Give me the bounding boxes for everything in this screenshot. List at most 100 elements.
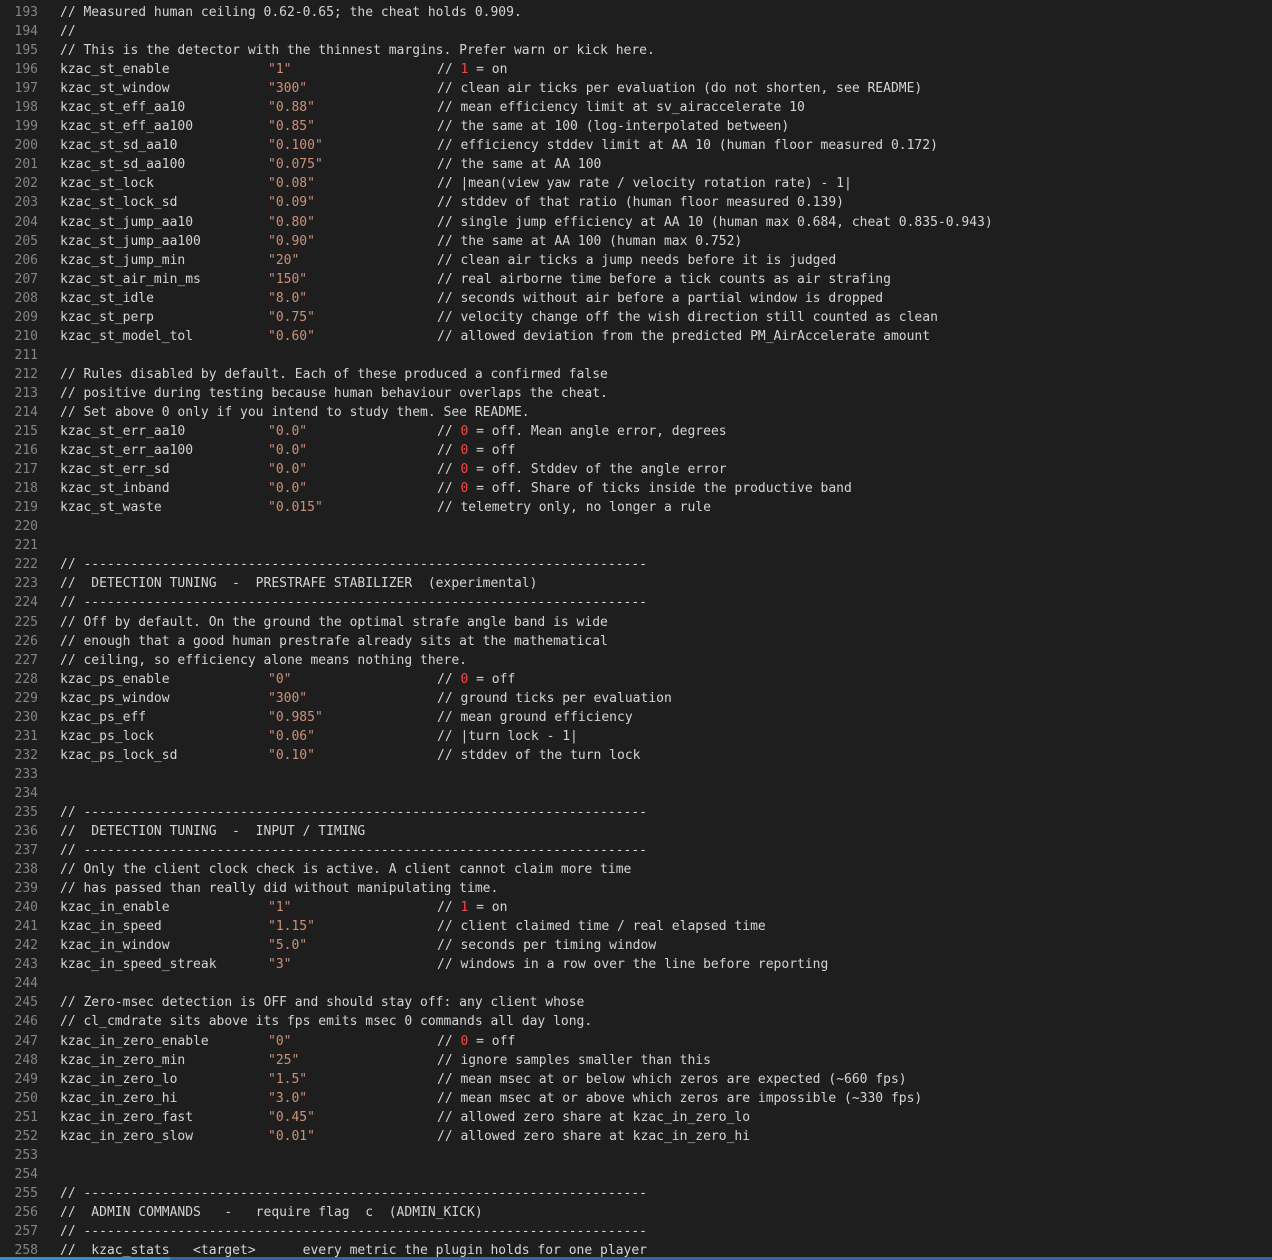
comment-text: // kzac_stats <target> every metric the … [60, 1243, 647, 1259]
code-line[interactable]: 209 kzac_st_perp "0.75" // velocity change … [0, 308, 1272, 327]
code-line[interactable]: 232 kzac_ps_lock_sd "0.10" // stddev of the… [0, 746, 1272, 765]
code-line[interactable]: 238 // Only the client clock check is act… [0, 860, 1272, 879]
code-line[interactable]: 208 kzac_st_idle "8.0" // seconds without a… [0, 289, 1272, 308]
comment-text: // This is the detector with the thinnes… [60, 43, 655, 59]
code-line[interactable]: 202 kzac_st_lock "0.08" // |mean(view yaw r… [0, 174, 1272, 193]
code-line[interactable]: 207 kzac_st_air_min_ms "150" // real airbor… [0, 270, 1272, 289]
code-line[interactable]: 217 kzac_st_err_sd "0.0" // 0 = off. Stddev… [0, 460, 1272, 479]
code-line[interactable]: 219 kzac_st_waste "0.015" // telemetry only… [0, 498, 1272, 517]
line-number: 202 [14, 176, 38, 192]
code-editor[interactable]: 193 // Measured human ceiling 0.62-0.65; … [0, 3, 1272, 1260]
line-content: // Off by default. On the ground the opt… [60, 613, 608, 632]
cvar-value: "0.75" [268, 309, 315, 325]
code-line[interactable]: 224 // ----------------------------------… [0, 593, 1272, 612]
code-line[interactable]: 206 kzac_st_jump_min "20" // clean air tick… [0, 251, 1272, 270]
line-content: // This is the detector with the thinnes… [60, 41, 655, 60]
code-line[interactable]: 237 // ----------------------------------… [0, 841, 1272, 860]
line-content: kzac_st_eff_aa10 "0.88" // mean efficiency… [60, 98, 805, 117]
cvar-value: "0.06" [268, 728, 315, 744]
line-number: 256 [14, 1204, 38, 1220]
cvar-comment: // windows in a row over the line before… [437, 957, 829, 973]
code-line[interactable]: 212 // Rules disabled by default. Each of… [0, 365, 1272, 384]
code-line[interactable]: 223 // DETECTION TUNING - PRESTRAFE STABI… [0, 574, 1272, 593]
code-line[interactable]: 240 kzac_in_enable "1" // 1 = on [0, 898, 1272, 917]
code-line[interactable]: 193 // Measured human ceiling 0.62-0.65; … [0, 3, 1272, 22]
cvar-value: "0.09" [268, 195, 315, 211]
line-number: 196 [14, 62, 38, 78]
cvar-name: kzac_st_eff_aa10 [60, 100, 186, 116]
code-line[interactable]: 200 kzac_st_sd_aa10 "0.100" // efficiency s… [0, 136, 1272, 155]
code-line[interactable]: 243 kzac_in_speed_streak "3" // windows in … [0, 955, 1272, 974]
code-line[interactable]: 196 kzac_st_enable "1" // 1 = on [0, 60, 1272, 79]
code-line[interactable]: 235 // ----------------------------------… [0, 803, 1272, 822]
code-line[interactable]: 256 // ADMIN COMMANDS - require flag c (A… [0, 1203, 1272, 1222]
code-line[interactable]: 246 // cl_cmdrate sits above its fps emit… [0, 1012, 1272, 1031]
code-line[interactable]: 211 [0, 346, 1272, 365]
code-line[interactable]: 216 kzac_st_err_aa100 "0.0" // 0 = off [0, 441, 1272, 460]
code-line[interactable]: 239 // has passed than really did without… [0, 879, 1272, 898]
code-line[interactable]: 244 [0, 974, 1272, 993]
code-line[interactable]: 229 kzac_ps_window "300" // ground ticks pe… [0, 689, 1272, 708]
code-line[interactable]: 245 // Zero-msec detection is OFF and sho… [0, 993, 1272, 1012]
code-line[interactable]: 242 kzac_in_window "5.0" // seconds per tim… [0, 936, 1272, 955]
line-content: kzac_in_enable "1" // 1 = on [60, 898, 507, 917]
cvar-comment: // ignore samples smaller than this [437, 1052, 711, 1068]
code-line[interactable]: 252 kzac_in_zero_slow "0.01" // allowed zer… [0, 1127, 1272, 1146]
line-number: 213 [14, 385, 38, 401]
line-content: // -------------------------------------… [60, 803, 647, 822]
code-line[interactable]: 234 [0, 784, 1272, 803]
comment-text: // -------------------------------------… [60, 1185, 647, 1201]
code-line[interactable]: 236 // DETECTION TUNING - INPUT / TIMING [0, 822, 1272, 841]
cvar-value: "20" [268, 252, 300, 268]
line-content: // -------------------------------------… [60, 593, 647, 612]
cvar-value: "0.075" [268, 157, 323, 173]
line-number: 214 [14, 404, 38, 420]
code-line[interactable]: 231 kzac_ps_lock "0.06" // |turn lock - 1| [0, 727, 1272, 746]
code-line[interactable]: 228 kzac_ps_enable "0" // 0 = off [0, 670, 1272, 689]
code-line[interactable]: 213 // positive during testing because hu… [0, 384, 1272, 403]
code-line[interactable]: 197 kzac_st_window "300" // clean air ticks… [0, 79, 1272, 98]
line-content: // Only the client clock check is active… [60, 860, 631, 879]
cvar-comment: // clean air ticks a jump needs before i… [437, 252, 837, 268]
cvar-value: "1" [268, 62, 292, 78]
code-line[interactable]: 201 kzac_st_sd_aa100 "0.075" // the same at… [0, 155, 1272, 174]
line-content: // ceiling, so efficiency alone means no… [60, 651, 467, 670]
code-line[interactable]: 195 // This is the detector with the thin… [0, 41, 1272, 60]
code-line[interactable]: 250 kzac_in_zero_hi "3.0" // mean msec at o… [0, 1089, 1272, 1108]
code-line[interactable]: 204 kzac_st_jump_aa10 "0.80" // single jump… [0, 213, 1272, 232]
code-line[interactable]: 230 kzac_ps_eff "0.985" // mean ground effi… [0, 708, 1272, 727]
cvar-comment: // the same at AA 100 [437, 157, 602, 173]
code-line[interactable]: 257 // ----------------------------------… [0, 1222, 1272, 1241]
line-content: kzac_st_model_tol "0.60" // allowed deviat… [60, 327, 930, 346]
code-line[interactable]: 241 kzac_in_speed "1.15" // client claimed … [0, 917, 1272, 936]
code-line[interactable]: 203 kzac_st_lock_sd "0.09" // stddev of tha… [0, 193, 1272, 212]
code-line[interactable]: 214 // Set above 0 only if you intend to … [0, 403, 1272, 422]
cvar-value: "0.88" [268, 100, 315, 116]
code-line[interactable]: 225 // Off by default. On the ground the … [0, 613, 1272, 632]
code-line[interactable]: 227 // ceiling, so efficiency alone means… [0, 651, 1272, 670]
code-line[interactable]: 220 [0, 517, 1272, 536]
code-line[interactable]: 254 [0, 1165, 1272, 1184]
code-line[interactable]: 205 kzac_st_jump_aa100 "0.90" // the same a… [0, 232, 1272, 251]
code-line[interactable]: 251 kzac_in_zero_fast "0.45" // allowed zer… [0, 1108, 1272, 1127]
code-line[interactable]: 255 // ----------------------------------… [0, 1184, 1272, 1203]
code-line[interactable]: 221 [0, 536, 1272, 555]
code-line[interactable]: 222 // ----------------------------------… [0, 555, 1272, 574]
cvar-comment: // 0 = off. Mean angle error, degrees [437, 422, 727, 441]
code-line[interactable]: 198 kzac_st_eff_aa10 "0.88" // mean efficie… [0, 98, 1272, 117]
code-line[interactable]: 210 kzac_st_model_tol "0.60" // allowed dev… [0, 327, 1272, 346]
line-number: 223 [14, 576, 38, 592]
line-content: // -------------------------------------… [60, 555, 647, 574]
code-line[interactable]: 247 kzac_in_zero_enable "0" // 0 = off [0, 1032, 1272, 1051]
code-line[interactable]: 215 kzac_st_err_aa10 "0.0" // 0 = off. Mean… [0, 422, 1272, 441]
code-line[interactable]: 199 kzac_st_eff_aa100 "0.85" // the same at… [0, 117, 1272, 136]
code-line[interactable]: 194 // [0, 22, 1272, 41]
code-line[interactable]: 248 kzac_in_zero_min "25" // ignore samples… [0, 1051, 1272, 1070]
code-line[interactable]: 249 kzac_in_zero_lo "1.5" // mean msec at o… [0, 1070, 1272, 1089]
cvar-comment: // stddev of that ratio (human floor mea… [437, 195, 844, 211]
code-line[interactable]: 226 // enough that a good human prestrafe… [0, 632, 1272, 651]
code-line[interactable]: 233 [0, 765, 1272, 784]
cvar-name: kzac_st_err_sd [60, 462, 170, 478]
code-line[interactable]: 218 kzac_st_inband "0.0" // 0 = off. Share … [0, 479, 1272, 498]
code-line[interactable]: 253 [0, 1146, 1272, 1165]
